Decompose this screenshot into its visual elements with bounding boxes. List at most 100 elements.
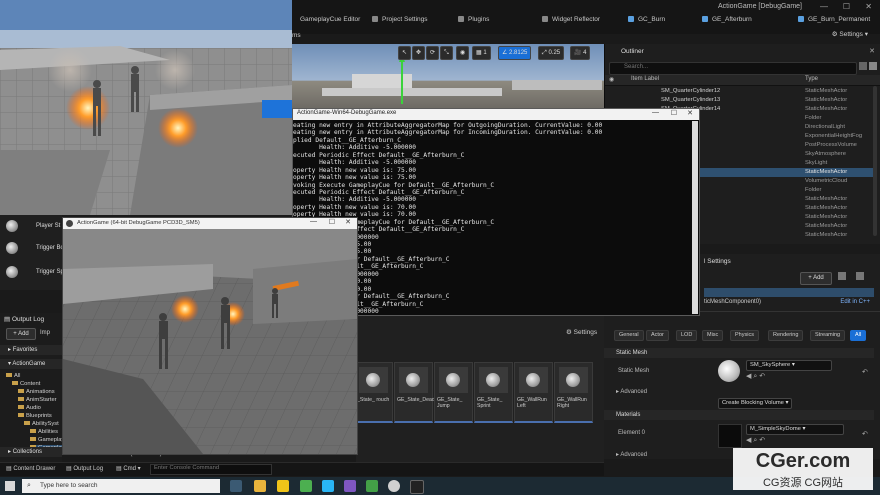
asset-tile[interactable]: _State_ rouch	[354, 362, 393, 423]
add-button[interactable]: + Add	[6, 328, 36, 340]
list-item[interactable]: Player St	[6, 220, 60, 232]
chrome-icon[interactable]	[254, 480, 266, 492]
component-selected-row[interactable]	[704, 288, 874, 297]
eye-icon[interactable]: ◉	[609, 76, 614, 83]
rotate-tool-icon[interactable]: ⟳	[426, 46, 440, 60]
tab-rendering[interactable]: Rendering	[768, 330, 804, 341]
minimize-icon[interactable]: —	[310, 218, 317, 225]
tree-item-gameplay[interactable]: Gameplay	[30, 437, 64, 443]
browse-icons[interactable]: ◀ ⌕ ↶	[746, 372, 765, 381]
list-item[interactable]: Trigger Bo	[6, 242, 64, 254]
content-settings-button[interactable]: ⚙ Settings	[566, 328, 597, 336]
tab-streaming[interactable]: Streaming	[810, 330, 846, 341]
asset-tile[interactable]: GE_State_Dead	[394, 362, 435, 423]
close-icon[interactable]: ✕	[869, 47, 875, 55]
maximize-icon[interactable]: ☐	[843, 2, 850, 11]
folder-add-icon[interactable]	[859, 62, 867, 70]
tree-item-abilities[interactable]: Abilities	[30, 429, 58, 435]
content-drawer-button[interactable]: ▤ Content Drawer	[6, 465, 55, 472]
tab-physics[interactable]: Physics	[730, 330, 759, 341]
scale-snap-button[interactable]: ⤢ 0.25	[538, 46, 565, 60]
tab-misc[interactable]: Misc	[702, 330, 724, 341]
game-window-1[interactable]	[0, 0, 292, 215]
reset-icon[interactable]: ↶	[862, 430, 868, 438]
outliner-scrollbar[interactable]	[873, 86, 877, 236]
col-item-label[interactable]: Item Label	[631, 76, 659, 82]
visual-studio-icon[interactable]	[344, 480, 356, 492]
editor-settings-button[interactable]: ⚙ Settings ▾	[832, 30, 868, 38]
reset-icon[interactable]: ↶	[862, 368, 868, 376]
cmd-dropdown[interactable]: ▤ Cmd ▾	[116, 465, 141, 472]
camera-speed-button[interactable]: 🎥 4	[570, 46, 591, 60]
minimize-icon[interactable]: —	[820, 2, 828, 11]
tree-item-blueprints[interactable]: Blueprints	[18, 413, 52, 419]
add-component-button[interactable]: + Add	[800, 272, 832, 285]
minimize-icon[interactable]: —	[652, 109, 659, 116]
close-icon[interactable]: ✕	[345, 218, 351, 226]
actiongame-section[interactable]: ▾ ActionGame	[0, 359, 62, 369]
col-type[interactable]: Type	[805, 76, 818, 82]
world-space-icon[interactable]: ◉	[456, 46, 470, 60]
maximize-icon[interactable]: ☐	[671, 109, 677, 117]
tree-item-content[interactable]: Content	[12, 381, 40, 387]
close-icon[interactable]: ✕	[865, 2, 872, 11]
move-tool-icon[interactable]: ✥	[412, 46, 426, 60]
grid-snap-button[interactable]: ▦ 1	[472, 46, 491, 60]
windows-start-icon[interactable]	[5, 481, 15, 491]
asset-tile[interactable]: GE_State_ Sprint	[474, 362, 513, 423]
grid-icon[interactable]	[856, 272, 864, 280]
console-scrollbar[interactable]	[692, 121, 698, 314]
material-browse-icons[interactable]: ◀ ⌕ ↶	[746, 436, 765, 445]
static-mesh-dropdown[interactable]: SM_SkySphere ▾	[746, 360, 832, 371]
tree-item-animations[interactable]: Animations	[18, 389, 55, 395]
tab-ge-burn-permanent[interactable]: GE_Burn_Permanent	[798, 13, 870, 27]
tab-lod[interactable]: LOD	[676, 330, 698, 341]
collections-section[interactable]: ▸ Collections	[0, 447, 62, 457]
material-dropdown[interactable]: M_SimpleSkyDome ▾	[746, 424, 844, 435]
blueprint-icon[interactable]	[838, 272, 846, 280]
game2-title-bar[interactable]: ActionGame (64-bit DebugGame PCD3D_SM5) …	[63, 218, 357, 229]
tab-general[interactable]: General	[614, 330, 644, 341]
details-tab-label[interactable]: l Settings	[704, 258, 731, 265]
favorites-section[interactable]: ▸ Favorites	[0, 345, 62, 355]
unreal-editor-icon[interactable]	[388, 480, 400, 492]
tab-plugins[interactable]: Plugins	[458, 13, 489, 27]
output-log-button[interactable]: ▤ Output Log	[66, 465, 103, 472]
advanced-toggle[interactable]: ▸ Advanced	[616, 388, 647, 395]
tab-ge-afterburn[interactable]: GE_Afterburn	[702, 13, 752, 27]
section-static-mesh[interactable]: Static Mesh	[604, 348, 874, 358]
asset-tile[interactable]: GE_State_ Jump	[434, 362, 473, 423]
asset-tile[interactable]: GE_WallRun Right	[554, 362, 593, 423]
task-view-icon[interactable]	[230, 480, 242, 492]
tab-widget-reflector[interactable]: Widget Reflector	[542, 13, 600, 27]
file-explorer-icon[interactable]	[277, 480, 289, 492]
outliner-row[interactable]: SM_QuarterCylinder12 StaticMeshActor	[605, 87, 875, 96]
maximize-icon[interactable]: ☐	[329, 218, 335, 226]
advanced-toggle-2[interactable]: ▸ Advanced	[616, 451, 647, 458]
settings-icon[interactable]	[869, 62, 877, 70]
terminal-icon[interactable]	[410, 480, 424, 494]
section-materials[interactable]: Materials	[604, 410, 874, 420]
import-button[interactable]: Imp	[40, 330, 50, 336]
edit-in-cpp-link[interactable]: Edit in C++	[840, 299, 870, 305]
tree-item-animstarter[interactable]: AnimStarter	[18, 397, 57, 403]
console-command-input[interactable]: Enter Console Command	[150, 464, 272, 475]
tab-project-settings[interactable]: Project Settings	[372, 13, 428, 27]
console-title-bar[interactable]: ActionGame-Win64-DebugGame.exe — ☐ ✕	[293, 109, 699, 120]
tree-item-audio[interactable]: Audio	[18, 405, 41, 411]
scale-tool-icon[interactable]: ⤡	[440, 46, 453, 60]
notepad-icon[interactable]	[366, 480, 378, 492]
create-blocking-volume-button[interactable]: Create Blocking Volume ▾	[718, 398, 793, 409]
rotation-snap-button[interactable]: ∠ 2.8125	[498, 46, 532, 60]
tab-actor[interactable]: Actor	[646, 330, 669, 341]
taskbar-search-input[interactable]: ⌕ Type here to search	[22, 479, 220, 493]
tree-item-all[interactable]: All	[6, 373, 20, 379]
asset-tile[interactable]: GE_WallRun Left	[514, 362, 553, 423]
tab-all[interactable]: All	[850, 330, 867, 341]
outliner-search-input[interactable]: Search...	[609, 62, 857, 75]
tree-item-abilitysystem[interactable]: AbilitySyst	[24, 421, 59, 427]
game-window-2[interactable]: ActionGame (64-bit DebugGame PCD3D_SM5) …	[62, 217, 358, 455]
select-tool-icon[interactable]: ↖	[398, 46, 412, 60]
chrome-canary-icon[interactable]	[300, 480, 312, 492]
outliner-row[interactable]: SM_QuarterCylinder13 StaticMeshActor	[605, 96, 875, 105]
